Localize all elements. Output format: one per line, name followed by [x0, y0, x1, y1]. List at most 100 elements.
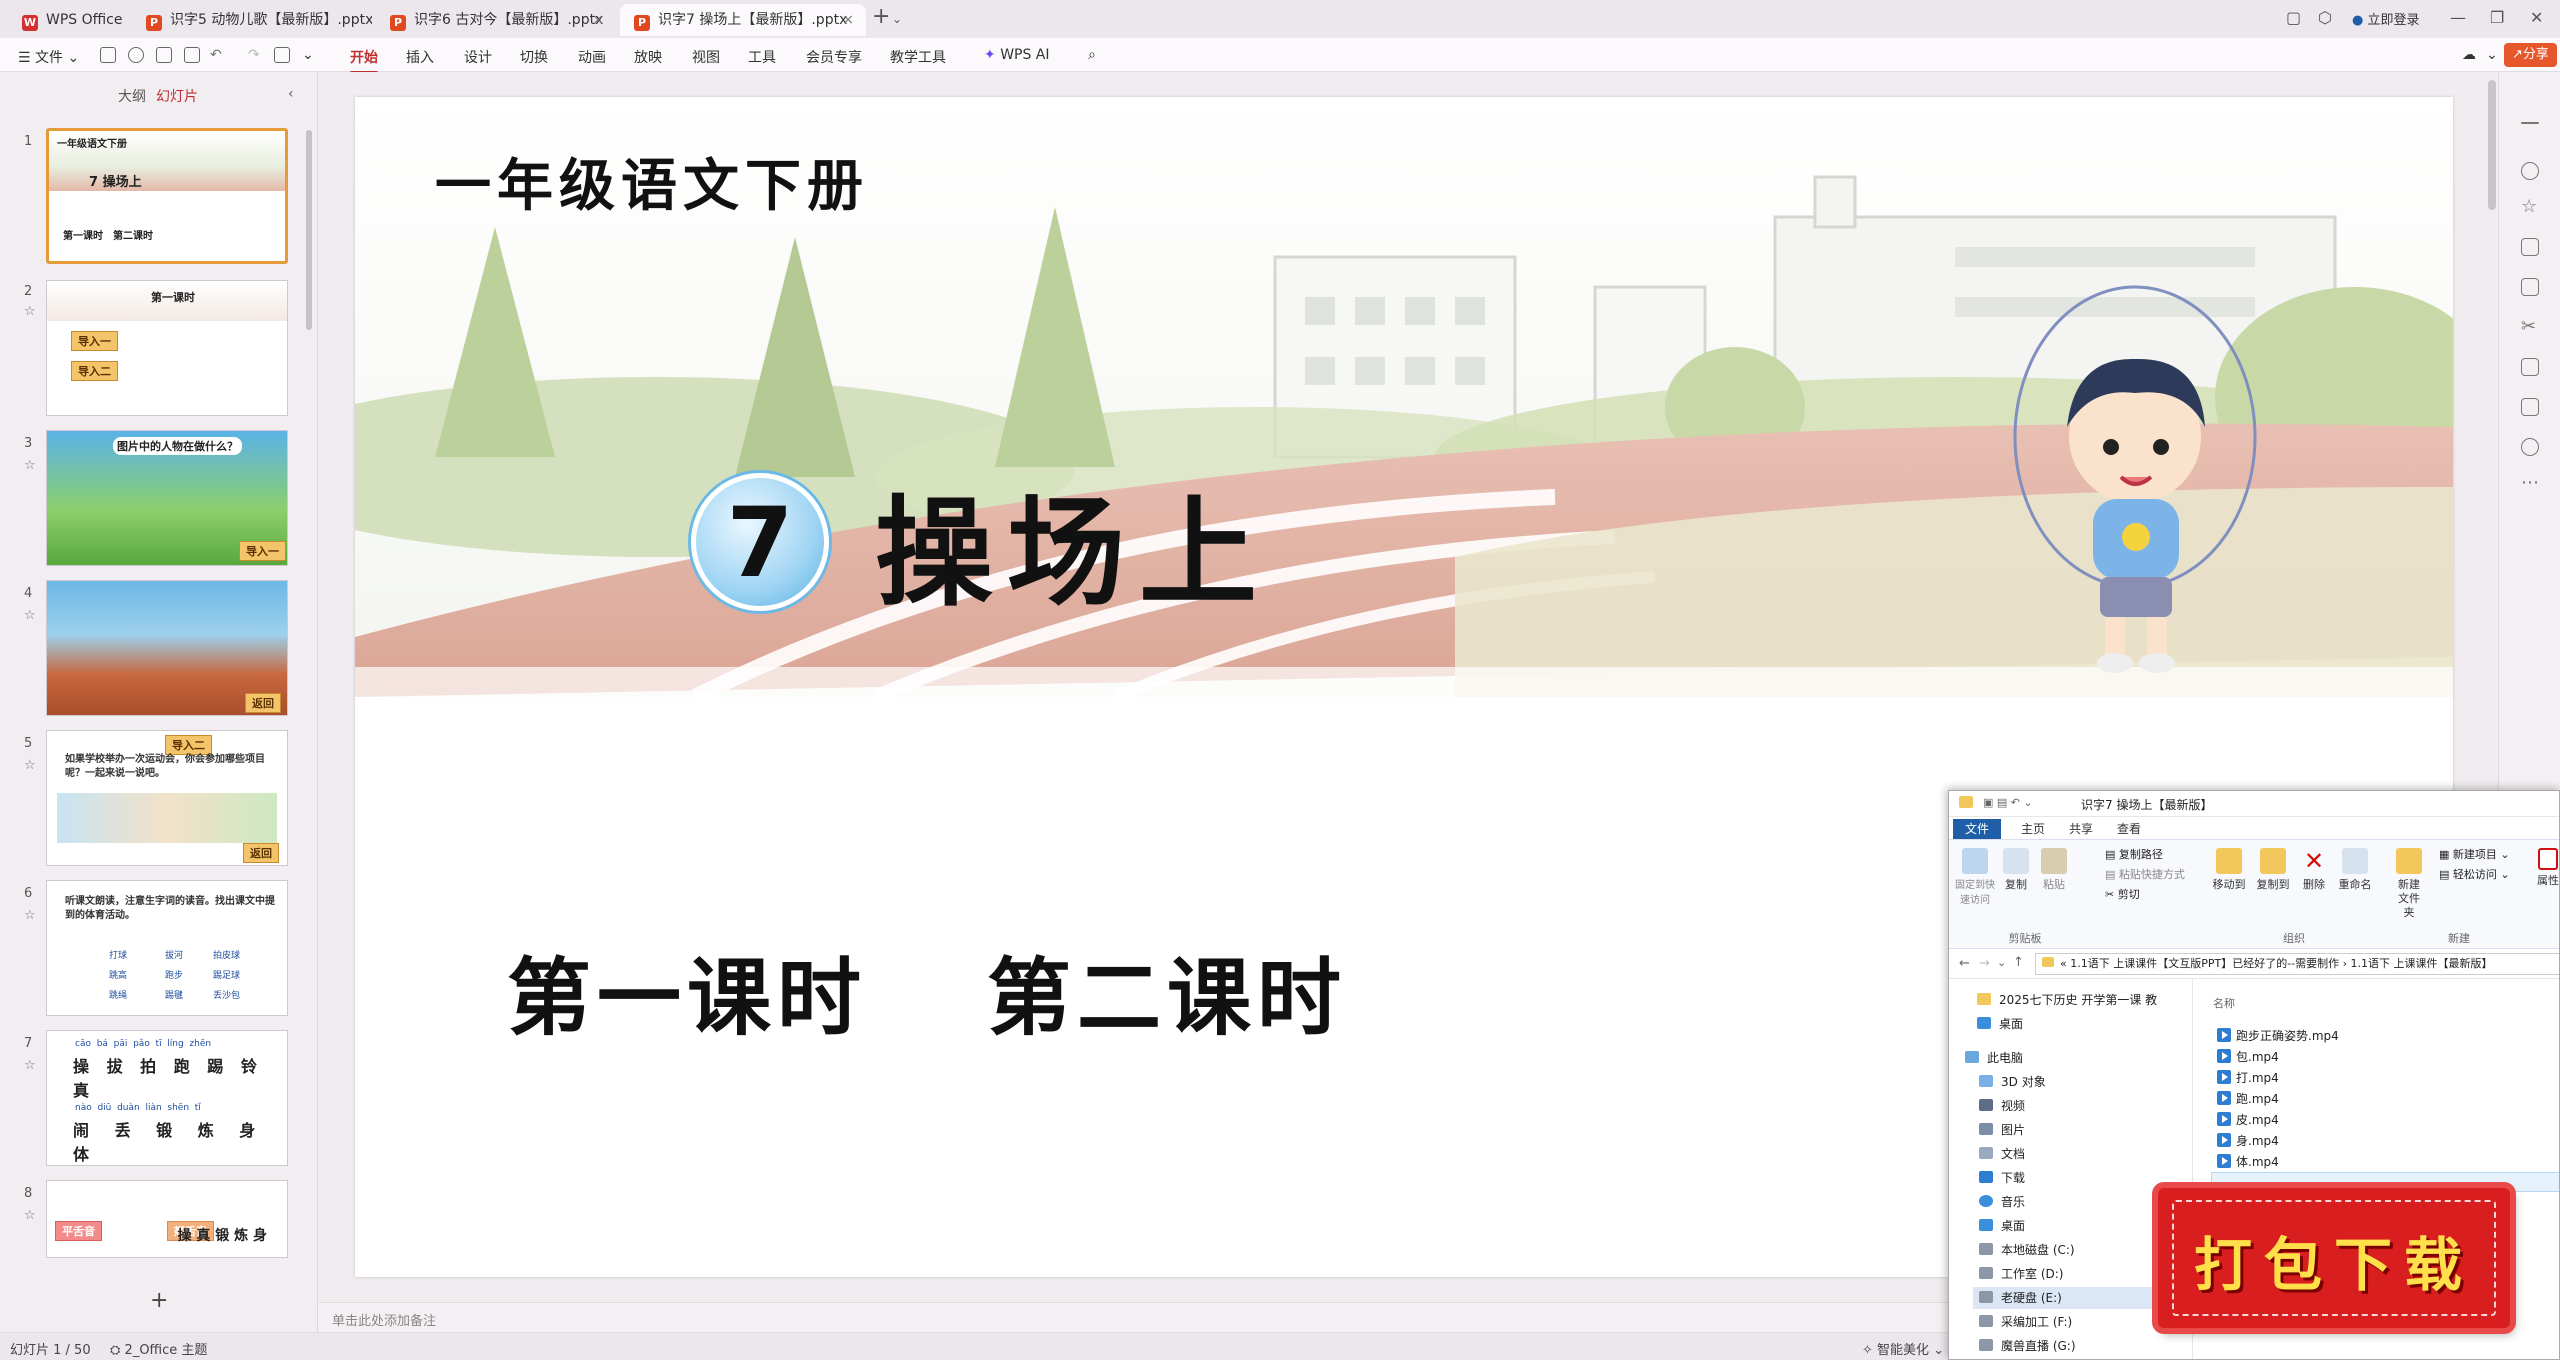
tree-item[interactable]: 3D 对象 — [1979, 1073, 2046, 1090]
star-icon[interactable]: ☆ — [24, 758, 36, 773]
tree-item[interactable]: 视频 — [1979, 1097, 2025, 1114]
close-window-icon[interactable]: ✕ — [2530, 8, 2543, 27]
lesson-number-badge[interactable]: 7 — [691, 473, 829, 611]
copy-icon[interactable] — [2521, 238, 2539, 256]
tab-doc-3[interactable]: P 识字7 操场上【最新版】.pptx × — [620, 4, 866, 36]
star-icon[interactable]: ☆ — [24, 304, 36, 319]
explorer-tab-home[interactable]: 主页 — [2009, 819, 2057, 839]
up-arrow-icon[interactable]: ↑ — [2013, 955, 2024, 970]
quick-access-toolbar-icon[interactable]: ▣ ▤ ↶ ⌄ — [1983, 796, 2033, 809]
format-painter-icon[interactable] — [274, 47, 290, 63]
forward-arrow-icon[interactable]: → — [1979, 956, 1990, 971]
star-icon[interactable]: ☆ — [24, 908, 36, 923]
file-item[interactable]: 身.mp4 — [2217, 1132, 2279, 1149]
canvas-scrollbar[interactable] — [2488, 80, 2496, 210]
preview-icon[interactable] — [184, 47, 200, 63]
pin-quick-access-button[interactable]: 固定到快速访问 — [1955, 848, 1995, 908]
redo-icon[interactable]: ↷ — [248, 47, 260, 63]
lesson-title[interactable]: 操场上 — [875, 457, 1271, 628]
menu-home[interactable]: 开始 — [350, 47, 378, 74]
slide-thumbnail-5[interactable]: 导入二 如果学校举办一次运动会，你会参加哪些项目呢？一起来说一说吧。 返回 — [46, 730, 288, 866]
tab-doc-1[interactable]: P 识字5 动物儿歌【最新版】.pptx — [132, 4, 372, 36]
menu-insert[interactable]: 插入 — [406, 47, 434, 67]
slide-thumbnail-8[interactable]: 平舌音 翘舌音 操 真 锻 炼 身 — [46, 1180, 288, 1258]
tree-item[interactable]: 魔兽直播 (G:) — [1979, 1337, 2076, 1354]
star-icon[interactable]: ☆ — [24, 1058, 36, 1073]
chevron-down-icon[interactable]: ⌄ — [892, 12, 902, 26]
thumbnail-scrollbar[interactable] — [306, 130, 312, 330]
tree-item[interactable]: 此电脑 — [1965, 1049, 2023, 1066]
tree-item[interactable]: 桌面 — [1979, 1217, 2025, 1234]
star-icon[interactable]: ☆ — [2521, 198, 2539, 216]
star-icon[interactable]: ☆ — [24, 608, 36, 623]
menu-slideshow[interactable]: 放映 — [634, 47, 662, 67]
share-button[interactable]: ↗分享 — [2504, 43, 2557, 67]
tree-item[interactable]: 文档 — [1979, 1145, 2025, 1162]
slide-thumbnail-4[interactable]: 返回 — [46, 580, 288, 716]
tree-item[interactable]: 2025七下历史 开学第一课 教 — [1977, 991, 2189, 1008]
copy-to-button[interactable]: 复制到 — [2253, 848, 2293, 892]
slide-thumbnail-7[interactable]: cāo bá pāi pǎo tī líng zhēn 操 拔 拍 跑 踢 铃 … — [46, 1030, 288, 1166]
back-arrow-icon[interactable]: ← — [1959, 956, 1970, 971]
tree-item[interactable]: 本地磁盘 (C:) — [1979, 1241, 2075, 1258]
explorer-tab-share[interactable]: 共享 — [2057, 819, 2105, 839]
tab-outline[interactable]: 大纲 — [118, 86, 146, 106]
file-menu[interactable]: ☰ 文件 ⌄ — [18, 47, 79, 67]
minimize-icon[interactable]: — — [2450, 8, 2466, 27]
star-icon[interactable]: ☆ — [24, 1208, 36, 1223]
tab-doc-2[interactable]: P 识字6 古对今【最新版】.pptx × — [376, 4, 616, 36]
paste-button[interactable]: 粘贴 — [2039, 848, 2069, 892]
cut-button[interactable]: ✂ 剪切 — [2105, 886, 2140, 902]
search-icon[interactable]: ⌕ — [1088, 47, 1096, 63]
close-tab-icon[interactable]: × — [842, 4, 854, 36]
slide-thumbnail-1[interactable]: 一年级语文下册 7 操场上 第一课时 第二课时 — [46, 128, 288, 264]
explorer-tab-view[interactable]: 查看 — [2105, 819, 2153, 839]
tree-item[interactable]: 音乐 — [1979, 1193, 2025, 1210]
search-file-icon[interactable] — [128, 47, 144, 63]
file-item[interactable]: 包.mp4 — [2217, 1048, 2279, 1065]
file-item[interactable]: 打.mp4 — [2217, 1069, 2279, 1086]
column-header-name[interactable]: 名称 — [2213, 995, 2235, 1011]
theme-name[interactable]: ⛭ 2_Office 主题 — [110, 1339, 207, 1358]
menu-transition[interactable]: 切换 — [520, 47, 548, 67]
menu-tools[interactable]: 工具 — [748, 47, 776, 67]
rename-button[interactable]: 重命名 — [2335, 848, 2375, 892]
help-icon[interactable] — [2521, 438, 2539, 456]
address-bar[interactable]: « 1.1语下 上课课件【文互版PPT】已经好了的--需要制作 › 1.1语下 … — [2035, 953, 2559, 975]
collapse-pane-icon[interactable]: ‹ — [288, 86, 294, 102]
star-icon[interactable]: ☆ — [24, 458, 36, 473]
new-folder-button[interactable]: 新建文件夹 — [2389, 848, 2429, 920]
menu-view[interactable]: 视图 — [692, 47, 720, 67]
add-slide-button[interactable]: + — [150, 1288, 168, 1313]
slide-thumbnail-3[interactable]: 图片中的人物在做什么？ 导入一 — [46, 430, 288, 566]
more-chevron-icon[interactable]: ⌄ — [302, 47, 314, 63]
explorer-tab-file[interactable]: 文件 — [1953, 819, 2002, 839]
settings-slider-icon[interactable] — [2521, 162, 2539, 180]
wps-ai-button[interactable]: ✦ WPS AI — [984, 47, 1050, 63]
tree-item[interactable]: 采编加工 (F:) — [1979, 1313, 2072, 1330]
window-layout-icon[interactable]: ▢ — [2286, 8, 2301, 27]
menu-animation[interactable]: 动画 — [578, 47, 606, 67]
undo-icon[interactable]: ↶ — [210, 47, 222, 63]
tools-icon[interactable]: ✂ — [2521, 318, 2539, 336]
file-item[interactable]: 跑步正确姿势.mp4 — [2217, 1027, 2339, 1044]
image-edit-icon[interactable] — [2521, 278, 2539, 296]
tab-slides[interactable]: 幻灯片 — [156, 86, 198, 106]
slide-thumbnail-6[interactable]: 听课文朗读，注意生字词的读音。找出课文中提到的体育活动。 打球 拔河 拍皮球 跳… — [46, 880, 288, 1016]
download-package-banner[interactable]: 打包下载 — [2158, 1188, 2510, 1328]
properties-button[interactable]: 属性 — [2533, 848, 2559, 888]
easy-access-button[interactable]: ▤ 轻松访问 ⌄ — [2439, 866, 2510, 882]
copy-button[interactable]: 复制 — [2001, 848, 2031, 892]
new-item-button[interactable]: ▦ 新建项目 ⌄ — [2439, 846, 2510, 862]
recent-chevron-icon[interactable]: ⌄ — [1997, 956, 2006, 969]
move-to-button[interactable]: 移动到 — [2209, 848, 2249, 892]
tree-item[interactable]: 下载 — [1979, 1169, 2025, 1186]
book-icon[interactable] — [2521, 358, 2539, 376]
print-icon[interactable] — [156, 47, 172, 63]
cube-icon[interactable]: ⬡ — [2318, 8, 2332, 27]
save-icon[interactable] — [100, 47, 116, 63]
paste-shortcut-button[interactable]: ▤ 粘贴快捷方式 — [2105, 866, 2185, 882]
tree-item[interactable]: 图片 — [1979, 1121, 2025, 1138]
file-item[interactable]: 跑.mp4 — [2217, 1090, 2279, 1107]
menu-design[interactable]: 设计 — [464, 47, 492, 67]
